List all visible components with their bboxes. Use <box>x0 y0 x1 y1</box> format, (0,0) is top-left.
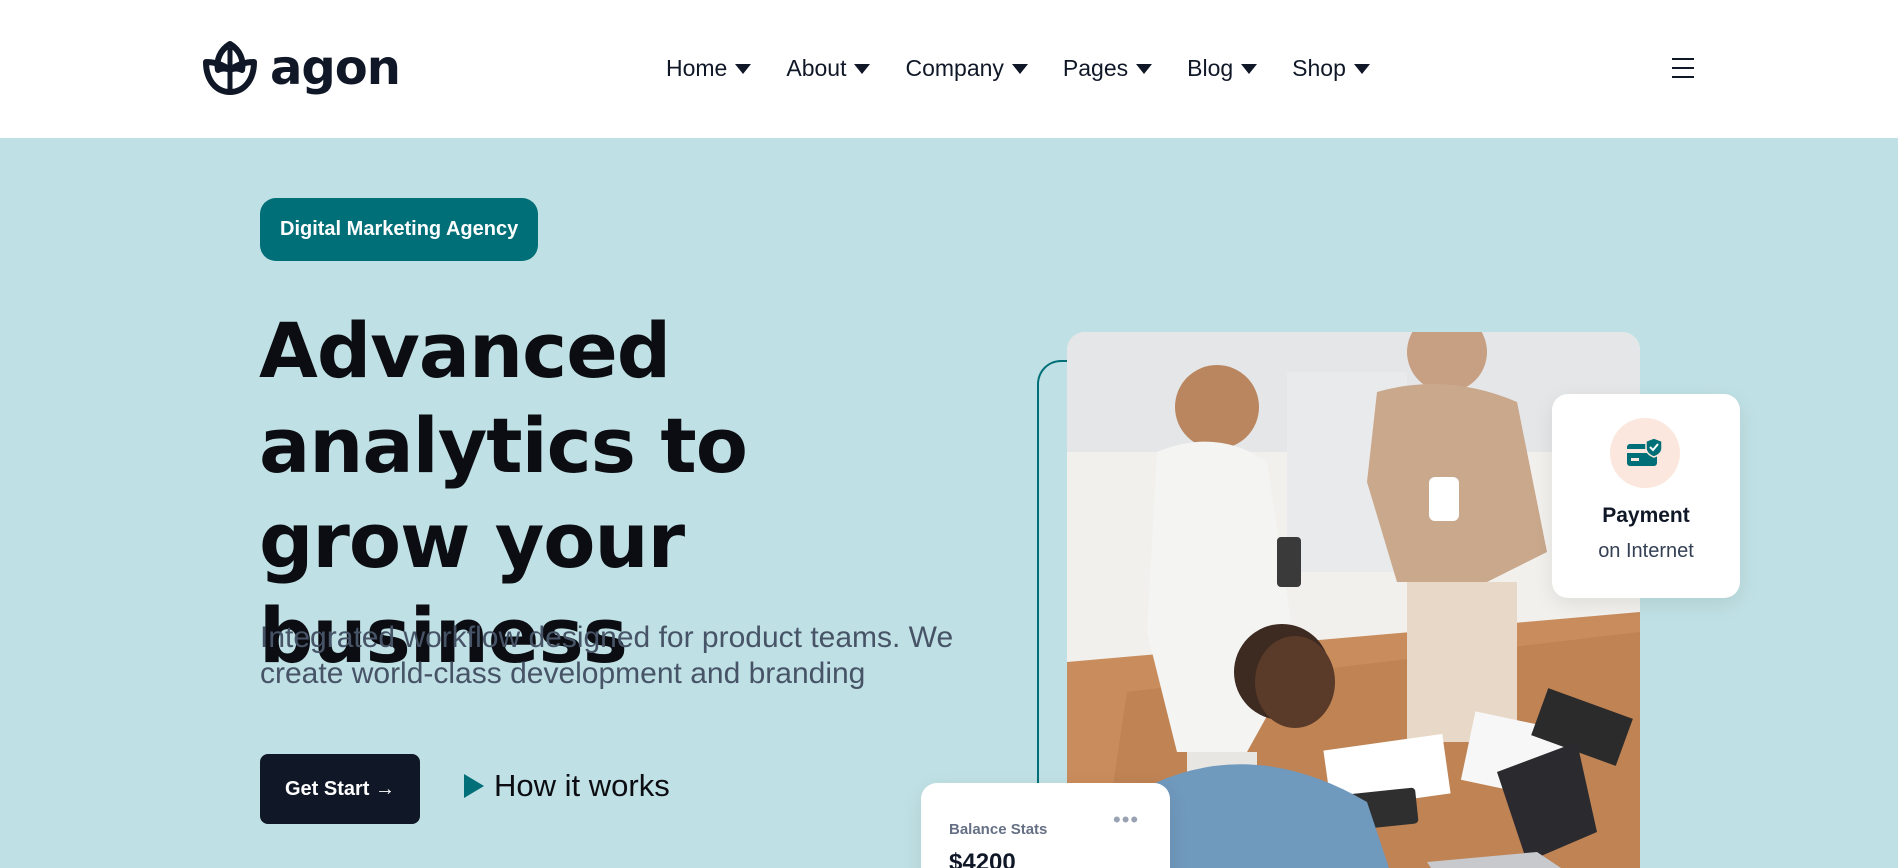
hero-badge: Digital Marketing Agency <box>260 198 539 261</box>
nav-item-label: Shop <box>1292 54 1346 81</box>
payment-icon-badge <box>1610 418 1680 488</box>
payment-card: Payment on Internet <box>1552 394 1740 598</box>
more-dots-icon[interactable]: ••• <box>1113 807 1139 833</box>
nav-item-blog[interactable]: Blog <box>1187 50 1258 86</box>
chevron-down-icon <box>735 64 752 74</box>
site-header: agon Home About Company Pages Blog Shop <box>0 0 1898 138</box>
hero-section: Digital Marketing Agency Advanced analyt… <box>0 138 1898 868</box>
chevron-down-icon <box>854 64 871 74</box>
nav-item-pages[interactable]: Pages <box>1062 50 1153 86</box>
nav-item-about[interactable]: About <box>786 50 871 86</box>
nav-item-shop[interactable]: Shop <box>1292 50 1370 86</box>
nav-item-label: About <box>786 54 847 81</box>
brand-logo[interactable]: agon <box>198 40 401 96</box>
chevron-down-icon <box>1136 64 1153 74</box>
how-it-works-link[interactable]: How it works <box>464 766 670 806</box>
leaf-logo-icon <box>203 41 257 95</box>
payment-title: Payment <box>1602 504 1690 527</box>
how-it-works-label: How it works <box>494 768 670 803</box>
chevron-down-icon <box>1011 64 1028 74</box>
brand-name: agon <box>270 40 401 96</box>
nav-item-label: Company <box>905 54 1004 81</box>
payment-card-icon <box>1627 437 1663 466</box>
menu-icon[interactable] <box>1672 58 1694 78</box>
balance-stats-card: Balance Stats ••• $4200 <box>921 783 1170 868</box>
balance-value: $4200 <box>949 849 1016 868</box>
nav-item-home[interactable]: Home <box>666 50 752 86</box>
nav-item-label: Blog <box>1187 54 1234 81</box>
chevron-down-icon <box>1241 64 1258 74</box>
main-nav: Home About Company Pages Blog Shop <box>666 50 1370 86</box>
play-icon <box>464 774 484 798</box>
hero-description: Integrated workflow designed for product… <box>260 621 954 690</box>
balance-label: Balance Stats <box>949 821 1048 838</box>
nav-item-company[interactable]: Company <box>905 50 1028 86</box>
get-start-button[interactable]: Get Start → <box>260 754 420 824</box>
chevron-down-icon <box>1353 64 1370 74</box>
nav-item-label: Home <box>666 54 728 81</box>
nav-item-label: Pages <box>1062 54 1129 81</box>
payment-subtitle: on Internet <box>1598 540 1694 562</box>
